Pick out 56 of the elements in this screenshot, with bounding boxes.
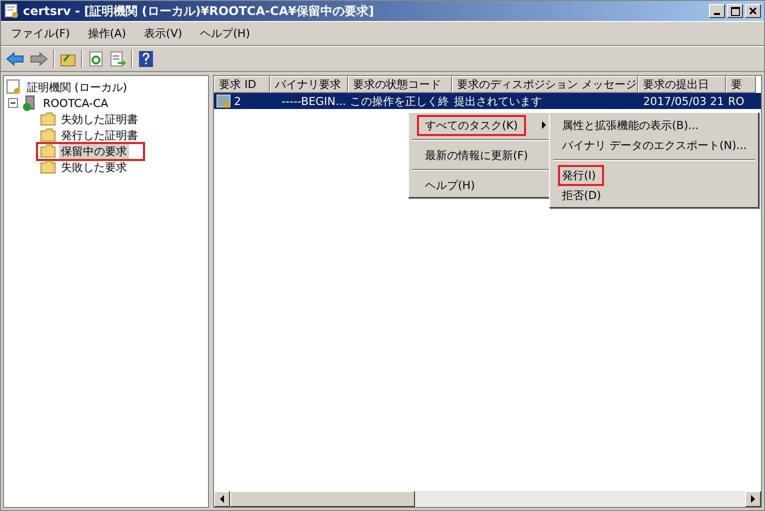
certificate-icon [4, 3, 20, 19]
tree-item[interactable]: 証明機関 (ローカル) [25, 80, 130, 94]
close-button[interactable] [745, 4, 761, 18]
table-cell: 2017/05/03 21 [643, 94, 724, 108]
folder-icon [40, 112, 56, 126]
tree-item[interactable]: 保留中の要求 [59, 144, 129, 158]
tree-item[interactable]: 発行した証明書 [59, 128, 140, 142]
certificate-icon [6, 79, 22, 95]
maximize-button[interactable] [727, 4, 743, 18]
menu-item[interactable]: ファイル(F) [11, 26, 70, 41]
export-list-icon [110, 51, 126, 67]
column-header[interactable]: 要求 ID [214, 76, 270, 93]
help-icon [138, 50, 154, 68]
minimize-button[interactable] [709, 4, 725, 18]
forward-button[interactable] [29, 52, 49, 66]
refresh-icon [88, 51, 104, 67]
left-arrow-icon [6, 52, 24, 66]
right-arrow-icon [30, 52, 48, 66]
submenu-arrow-icon [542, 121, 547, 129]
menu-item[interactable]: ヘルプ(H) [411, 175, 553, 195]
column-header[interactable]: 要求の状態コード [348, 76, 452, 93]
menu-item[interactable]: バイナリ データのエクスポート(N)... [552, 135, 756, 155]
table-cell: この操作を正しく終 [350, 94, 449, 108]
menu-item[interactable]: 操作(A) [88, 26, 126, 41]
tree-item[interactable]: 失効した証明書 [59, 112, 140, 126]
table-cell: 2 [234, 94, 241, 108]
left-triangle-icon [219, 495, 225, 503]
export-button[interactable] [109, 51, 127, 67]
right-triangle-icon [750, 495, 756, 503]
horizontal-scrollbar[interactable] [214, 491, 761, 507]
menu-item[interactable]: ヘルプ(H) [200, 26, 250, 41]
menu-item[interactable]: 最新の情報に更新(F) [411, 145, 553, 165]
collapse-toggle[interactable] [8, 98, 19, 108]
table-cell: RO [728, 94, 744, 108]
help-button[interactable] [137, 50, 155, 68]
folder-icon [40, 128, 56, 142]
folder-icon [40, 144, 56, 158]
request-icon [216, 94, 232, 108]
menu-item[interactable]: 発行(I) [552, 165, 756, 185]
back-button[interactable] [5, 52, 25, 66]
menu-item[interactable]: 拒否(D) [552, 185, 756, 205]
column-header[interactable]: 要 [726, 76, 756, 93]
window-title: certsrv - [証明機関 (ローカル)¥ROOTCA-CA¥保留中の要求] [23, 2, 375, 20]
table-cell: -----BEGIN... [282, 94, 346, 108]
refresh-button[interactable] [87, 51, 105, 67]
tree-item[interactable]: ROOTCA-CA [41, 96, 110, 110]
tree-item[interactable]: 失敗した要求 [59, 160, 129, 174]
close-icon [749, 7, 757, 15]
column-header[interactable]: 要求のディスポジション メッセージ [452, 76, 638, 93]
folder-icon [40, 160, 56, 174]
column-header[interactable]: バイナリ要求 [270, 76, 348, 93]
menu-item[interactable]: 表示(V) [144, 26, 182, 41]
menu-item[interactable]: 属性と拡張機能の表示(B)... [552, 115, 756, 135]
maximize-icon [730, 6, 740, 16]
column-header[interactable]: 要求の提出日 [638, 76, 726, 93]
table-cell: 提出されています [454, 94, 542, 108]
